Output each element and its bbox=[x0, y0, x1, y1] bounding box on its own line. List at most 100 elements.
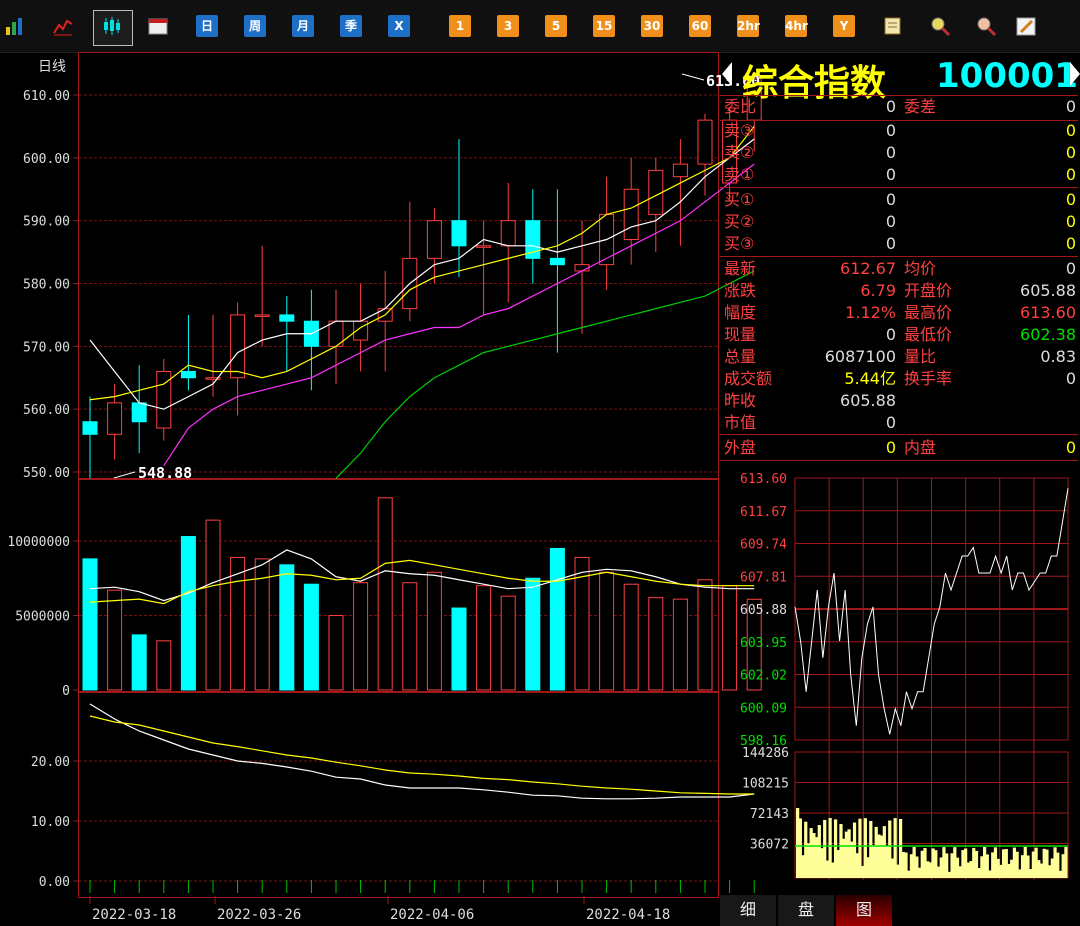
stat-value: 0 bbox=[1065, 259, 1076, 278]
sell-price: 0 bbox=[885, 143, 896, 162]
quote-separator bbox=[720, 187, 1078, 188]
stat-label: 昨收 bbox=[724, 391, 757, 410]
volume-bar bbox=[648, 597, 664, 691]
kline-y-tick-label: 560.00 bbox=[23, 403, 70, 418]
buy-level-row[interactable]: 买③ 0 0 bbox=[724, 233, 1076, 255]
stat-row: 成交额 5.44亿 换手率 0 bbox=[724, 368, 1076, 390]
intraday-price-tick: 613.60 bbox=[740, 472, 787, 487]
tab-book[interactable]: 盘 bbox=[778, 895, 834, 926]
intraday-price-tick: 603.95 bbox=[740, 636, 787, 651]
quote-label: 外盘 bbox=[724, 438, 757, 457]
intraday-price-tick: 600.09 bbox=[740, 701, 787, 716]
kline-y-tick-label: 570.00 bbox=[23, 340, 70, 355]
volume-bar bbox=[353, 582, 369, 691]
sell-volume: 0 bbox=[1065, 121, 1076, 140]
kline-y-tick-label: 550.00 bbox=[23, 466, 70, 481]
stat-value: 5.44亿 bbox=[844, 369, 896, 388]
sell-volume: 0 bbox=[1065, 165, 1076, 184]
stat-row: 现量 0 最低价 602.38 bbox=[724, 324, 1076, 346]
period-label: 日线 bbox=[38, 59, 66, 75]
next-arrow-icon[interactable] bbox=[1070, 62, 1080, 86]
stat-label: 换手率 bbox=[904, 369, 953, 388]
buy-level-row[interactable]: 买① 0 0 bbox=[724, 189, 1076, 211]
volume-bar bbox=[205, 519, 221, 691]
volume-bar bbox=[180, 536, 196, 691]
stat-row: 市值 0 bbox=[724, 412, 1076, 434]
stat-value: 0 bbox=[885, 325, 896, 344]
indicator-y-tick-label: 0.00 bbox=[39, 875, 70, 890]
intraday-price-tick: 605.88 bbox=[740, 603, 787, 618]
prev-arrow-icon[interactable] bbox=[722, 62, 734, 86]
candle-body bbox=[500, 220, 516, 247]
stat-value: 613.60 bbox=[1020, 303, 1076, 322]
stat-label: 量比 bbox=[904, 347, 937, 366]
kline-y-tick-label: 580.00 bbox=[23, 278, 70, 293]
kline-y-tick-label: 600.00 bbox=[23, 152, 70, 167]
stat-value: 0.83 bbox=[1040, 347, 1076, 366]
stat-label: 最新 bbox=[724, 259, 757, 278]
quote-label: 委比 bbox=[724, 97, 757, 116]
stat-label: 均价 bbox=[904, 259, 937, 278]
quote-separator bbox=[720, 460, 1078, 461]
index-code: 100001 bbox=[936, 56, 1078, 96]
sell-level-label: 卖③ bbox=[724, 121, 755, 140]
quote-row: 委比 0 委差 0 bbox=[724, 96, 1076, 118]
stat-label: 涨跌 bbox=[724, 281, 757, 300]
candle-body bbox=[107, 402, 123, 435]
intraday-vol-tick: 144286 bbox=[742, 746, 789, 761]
stat-row: 幅度 1.12% 最高价 613.60 bbox=[724, 302, 1076, 324]
stat-value: 1.12% bbox=[845, 303, 896, 322]
volume-bar bbox=[722, 585, 738, 691]
volume-bar bbox=[156, 640, 172, 691]
volume-bar bbox=[131, 634, 147, 691]
volume-bar bbox=[525, 577, 541, 691]
stat-row: 总量 6087100 量比 0.83 bbox=[724, 346, 1076, 368]
volume-bar bbox=[377, 497, 393, 691]
intraday-price-tick: 607.81 bbox=[740, 570, 787, 585]
buy-price: 0 bbox=[885, 212, 896, 231]
intraday-vol-tick: 108215 bbox=[742, 777, 789, 792]
indicator-line-1 bbox=[89, 703, 755, 800]
volume-bar bbox=[599, 571, 615, 691]
sell-price: 0 bbox=[885, 165, 896, 184]
quote-title: 综合指数 100001 bbox=[722, 54, 1080, 104]
stat-row: 最新 612.67 均价 0 bbox=[724, 258, 1076, 280]
sell-level-row[interactable]: 卖① 0 0 bbox=[724, 164, 1076, 186]
bottom-tabs: 细 盘 图 bbox=[720, 895, 1080, 926]
kline-y-tick-label: 590.00 bbox=[23, 215, 70, 230]
volume-bar bbox=[279, 564, 295, 691]
stat-value: 0 bbox=[885, 413, 896, 432]
candle-body bbox=[451, 220, 467, 247]
volume-bar bbox=[303, 583, 319, 691]
sell-level-row[interactable]: 卖③ 0 0 bbox=[724, 120, 1076, 142]
indicator-y-tick-label: 20.00 bbox=[31, 755, 70, 770]
ma10-line bbox=[89, 126, 755, 401]
tab-chart[interactable]: 图 bbox=[836, 895, 892, 926]
ma60-line bbox=[335, 270, 755, 479]
indicator-line-2 bbox=[89, 715, 755, 795]
stat-label: 市值 bbox=[724, 413, 757, 432]
stat-row: 涨跌 6.79 开盘价 605.88 bbox=[724, 280, 1076, 302]
x-axis-label: 2022-04-18 bbox=[586, 907, 670, 923]
stat-value: 605.88 bbox=[1020, 281, 1076, 300]
candle-body bbox=[525, 220, 541, 259]
quote-row: 外盘 0 内盘 0 bbox=[724, 437, 1076, 459]
candle-body bbox=[180, 370, 196, 379]
volume-bar bbox=[230, 556, 246, 691]
low-marker: 548.88 bbox=[138, 464, 192, 482]
sell-level-label: 卖① bbox=[724, 165, 755, 184]
candle-body bbox=[426, 220, 442, 259]
stat-value: 612.67 bbox=[840, 259, 896, 278]
quote-label: 委差 bbox=[904, 97, 937, 116]
volume-y-tick-label: 5000000 bbox=[15, 610, 70, 625]
tab-detail[interactable]: 细 bbox=[720, 895, 776, 926]
intraday-vol-tick: 36072 bbox=[750, 838, 789, 853]
sell-level-row[interactable]: 卖② 0 0 bbox=[724, 142, 1076, 164]
buy-level-row[interactable]: 买② 0 0 bbox=[724, 211, 1076, 233]
stat-label: 成交额 bbox=[724, 369, 773, 388]
stat-value: 6087100 bbox=[824, 347, 896, 366]
candle-body bbox=[279, 314, 295, 322]
volume-bar bbox=[402, 582, 418, 691]
x-axis-label: 2022-03-18 bbox=[92, 907, 176, 923]
candle-body bbox=[476, 245, 492, 248]
